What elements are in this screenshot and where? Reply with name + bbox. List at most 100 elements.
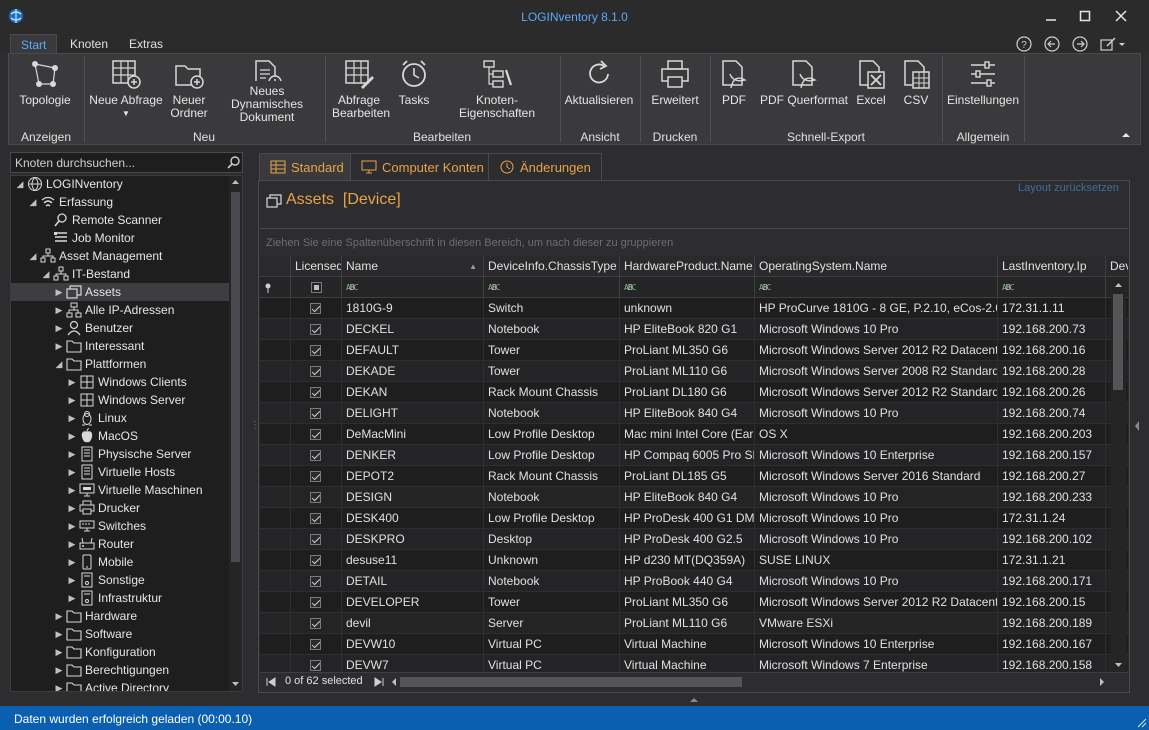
cell-licensed[interactable] bbox=[291, 361, 342, 382]
expand-arrow-icon[interactable]: ▶ bbox=[67, 589, 77, 607]
cell-licensed[interactable] bbox=[291, 445, 342, 466]
table-row[interactable]: DECKEL Notebook HP EliteBook 820 G1 Microso… bbox=[260, 319, 1128, 340]
cell-licensed[interactable] bbox=[291, 298, 342, 319]
table-row[interactable]: DEPOT2 Rack Mount Chassis ProLiant DL185 G… bbox=[260, 466, 1128, 487]
row-indicator[interactable] bbox=[260, 508, 291, 529]
tree-item-erfassung[interactable]: ◢ Erfassung bbox=[11, 193, 229, 211]
tab-knoten[interactable]: Knoten bbox=[60, 34, 118, 54]
tree-item-physische-server[interactable]: ▶ Physische Server bbox=[11, 445, 229, 463]
splitter-grip-icon[interactable]: ⋮ bbox=[250, 420, 260, 434]
expand-arrow-icon[interactable]: ▶ bbox=[67, 553, 77, 571]
table-row[interactable]: desuse11 Unknown HP d230 MT(DQ359A) SUSE LI… bbox=[260, 550, 1128, 571]
licensed-checkbox[interactable] bbox=[310, 303, 321, 314]
tab-computer-konten[interactable]: Computer Konten bbox=[350, 153, 495, 180]
tree-item-linux[interactable]: ▶ Linux bbox=[11, 409, 229, 427]
row-indicator[interactable] bbox=[260, 571, 291, 592]
row-indicator[interactable] bbox=[260, 382, 291, 403]
expand-arrow-icon[interactable]: ▶ bbox=[54, 319, 64, 337]
cell-licensed[interactable] bbox=[291, 382, 342, 403]
forward-icon[interactable] bbox=[1071, 35, 1089, 53]
licensed-checkbox[interactable] bbox=[310, 366, 321, 377]
pin-icon[interactable] bbox=[260, 277, 291, 298]
expand-arrow-icon[interactable]: ▶ bbox=[67, 391, 77, 409]
tree-search-input[interactable]: Knoten durchsuchen... bbox=[10, 152, 243, 173]
cell-licensed[interactable] bbox=[291, 655, 342, 672]
tree-item-benutzer[interactable]: ▶ Benutzer bbox=[11, 319, 229, 337]
aktualisieren-button[interactable]: Aktualisieren bbox=[564, 58, 634, 124]
licensed-checkbox[interactable] bbox=[310, 555, 321, 566]
scroll-down-icon[interactable] bbox=[231, 680, 240, 688]
tree-item-active-directory[interactable]: ▶ Active Directory bbox=[11, 679, 229, 691]
einstellungen-button[interactable]: Einstellungen bbox=[947, 58, 1019, 124]
table-row[interactable]: DEVW10 Virtual PC Virtual Machine Microsoft… bbox=[260, 634, 1128, 655]
tree-item-interessant[interactable]: ▶ Interessant bbox=[11, 337, 229, 355]
expand-arrow-icon[interactable]: ▶ bbox=[54, 301, 64, 319]
cell-licensed[interactable] bbox=[291, 529, 342, 550]
scroll-up-icon[interactable] bbox=[231, 178, 240, 186]
tree-item-mobile[interactable]: ▶ Mobile bbox=[11, 553, 229, 571]
table-row[interactable]: devil Server ProLiant ML110 G6 VMware ESXi 1… bbox=[260, 613, 1128, 634]
cell-licensed[interactable] bbox=[291, 403, 342, 424]
tree-item-job-monitor[interactable]: Job Monitor bbox=[11, 229, 229, 247]
tree-item-berechtigungen[interactable]: ▶ Berechtigungen bbox=[11, 661, 229, 679]
row-indicator[interactable] bbox=[260, 445, 291, 466]
abfrage-bearbeiten-button[interactable]: Abfrage Bearbeiten bbox=[330, 58, 390, 124]
neues-dynamisches-dokument-button[interactable]: Neues Dynamisches Dokument bbox=[214, 58, 320, 124]
scroll-left-icon[interactable] bbox=[390, 677, 398, 687]
expand-arrow-icon[interactable]: ▶ bbox=[67, 499, 77, 517]
pdf-button[interactable]: PDF bbox=[716, 58, 752, 124]
expand-arrow-icon[interactable]: ▶ bbox=[67, 517, 77, 535]
topologie-button[interactable]: Topologie bbox=[16, 58, 74, 124]
table-row[interactable]: DENKER Low Profile Desktop HP Compaq 6005 … bbox=[260, 445, 1128, 466]
licensed-checkbox[interactable] bbox=[310, 471, 321, 482]
table-row[interactable]: DETAIL Notebook HP ProBook 440 G4 Microsoft… bbox=[260, 571, 1128, 592]
licensed-checkbox[interactable] bbox=[310, 345, 321, 356]
cell-licensed[interactable] bbox=[291, 340, 342, 361]
table-row[interactable]: DEVW7 Virtual PC Virtual Machine Microsoft … bbox=[260, 655, 1128, 672]
expand-arrow-icon[interactable]: ▶ bbox=[67, 427, 77, 445]
row-indicator[interactable] bbox=[260, 361, 291, 382]
expand-arrow-icon[interactable]: ▶ bbox=[54, 679, 64, 691]
cell-licensed[interactable] bbox=[291, 319, 342, 340]
row-indicator[interactable] bbox=[260, 319, 291, 340]
licensed-checkbox[interactable] bbox=[310, 492, 321, 503]
table-row[interactable]: DEFAULT Tower ProLiant ML350 G6 Microsoft W… bbox=[260, 340, 1128, 361]
tree-item-router[interactable]: ▶ Router bbox=[11, 535, 229, 553]
table-row[interactable]: DEVELOPER Tower ProLiant ML350 G6 Microsoft… bbox=[260, 592, 1128, 613]
grid-vertical-scrollbar-thumb[interactable] bbox=[1113, 294, 1123, 390]
tree-item-windows-clients[interactable]: ▶ Windows Clients bbox=[11, 373, 229, 391]
search-icon[interactable] bbox=[227, 155, 241, 169]
table-row[interactable]: 1810G-9 Switch unknown HP ProCurve 1810G - … bbox=[260, 298, 1128, 319]
tree-item-it-bestand[interactable]: ◢ IT-Bestand bbox=[11, 265, 229, 283]
collapse-arrow-icon[interactable]: ◢ bbox=[15, 176, 25, 193]
expand-arrow-icon[interactable]: ▶ bbox=[54, 625, 64, 643]
collapse-arrow-icon[interactable]: ◢ bbox=[28, 193, 38, 211]
filter-name-icon[interactable]: ABC bbox=[342, 277, 484, 298]
row-indicator[interactable] bbox=[260, 592, 291, 613]
licensed-checkbox[interactable] bbox=[310, 513, 321, 524]
tasks-button[interactable]: Tasks bbox=[394, 58, 434, 124]
tree-item-assets[interactable]: ▶ Assets bbox=[11, 283, 229, 301]
table-row[interactable]: DELIGHT Notebook HP EliteBook 840 G4 Micros… bbox=[260, 403, 1128, 424]
filter-hardware-icon[interactable]: ABC bbox=[620, 277, 755, 298]
tab-aenderungen[interactable]: Änderungen bbox=[488, 153, 602, 180]
grid-scroll-down-icon[interactable] bbox=[1114, 661, 1123, 669]
licensed-checkbox[interactable] bbox=[310, 660, 321, 671]
minimize-icon[interactable] bbox=[1040, 6, 1062, 26]
expand-arrow-icon[interactable]: ▶ bbox=[54, 283, 64, 301]
resize-grip-icon[interactable] bbox=[1137, 718, 1147, 728]
cell-licensed[interactable] bbox=[291, 550, 342, 571]
back-icon[interactable] bbox=[1043, 35, 1061, 53]
expand-arrow-icon[interactable]: ▶ bbox=[67, 445, 77, 463]
licensed-checkbox[interactable] bbox=[310, 597, 321, 608]
tree-item-infrastruktur[interactable]: ▶ Infrastruktur bbox=[11, 589, 229, 607]
row-indicator[interactable] bbox=[260, 529, 291, 550]
licensed-checkbox[interactable] bbox=[310, 429, 321, 440]
expand-arrow-icon[interactable]: ▶ bbox=[67, 463, 77, 481]
collapse-arrow-icon[interactable]: ◢ bbox=[54, 355, 64, 373]
scroll-right-icon[interactable] bbox=[1098, 677, 1106, 687]
expand-bottom-panel-icon[interactable] bbox=[689, 696, 699, 704]
row-indicator[interactable] bbox=[260, 487, 291, 508]
filter-ip-icon[interactable]: ABC bbox=[998, 277, 1106, 298]
row-indicator[interactable] bbox=[260, 298, 291, 319]
